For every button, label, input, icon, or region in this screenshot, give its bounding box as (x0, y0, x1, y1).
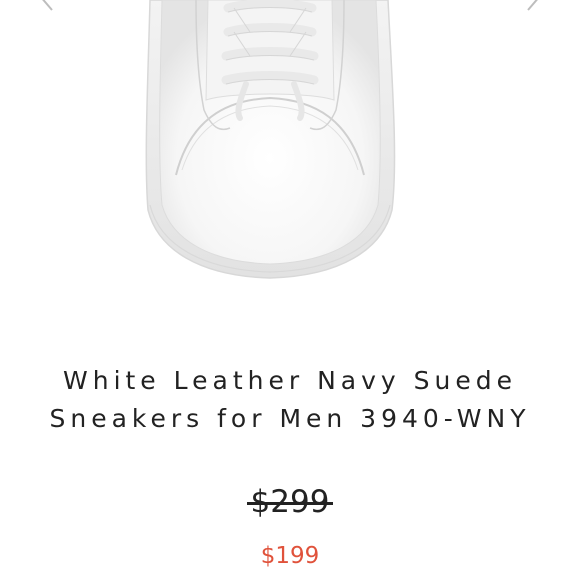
chevron-left-icon[interactable] (36, 0, 64, 18)
product-card[interactable]: White Leather Navy Suede Sneakers for Me… (0, 0, 580, 580)
strikethrough-line (246, 502, 334, 505)
original-price: $299 (0, 482, 580, 522)
chevron-right-icon[interactable] (516, 0, 544, 18)
sale-price: $199 (260, 543, 320, 569)
product-title[interactable]: White Leather Navy Suede Sneakers for Me… (40, 362, 540, 438)
product-image[interactable] (0, 0, 580, 300)
